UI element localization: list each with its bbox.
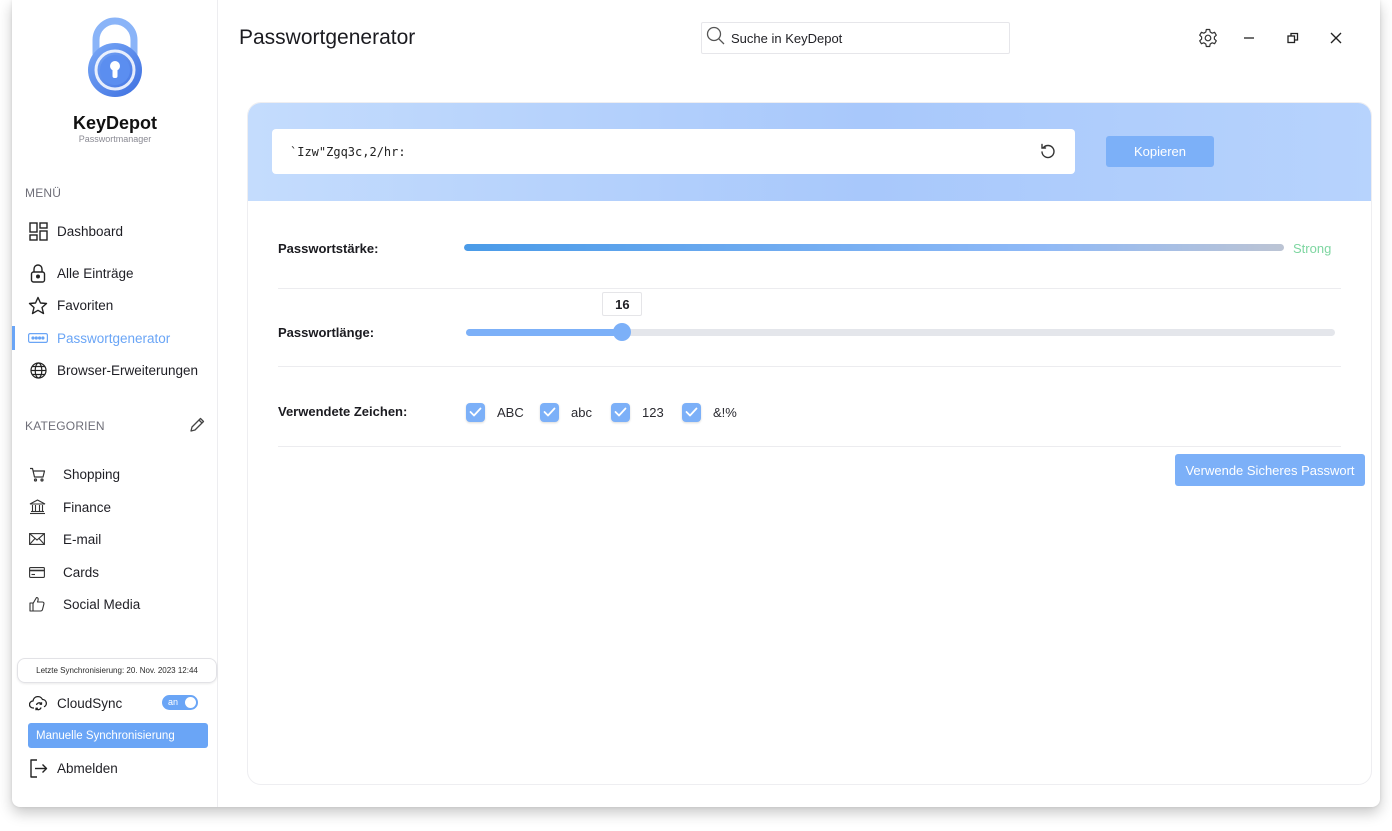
password-header-panel: `Izw"Zgq3c,2/hr: Kopieren: [248, 103, 1371, 201]
minimize-icon: [1244, 37, 1254, 39]
category-label: E-mail: [63, 531, 102, 547]
logout-label: Abmelden: [57, 760, 118, 776]
search-icon: [706, 26, 725, 50]
category-email[interactable]: E-mail: [28, 527, 213, 551]
sidebar-item-favorites[interactable]: Favoriten: [28, 292, 213, 318]
checkbox-label: abc: [571, 404, 592, 420]
cloudsync-toggle[interactable]: an: [162, 695, 198, 710]
generated-password-field[interactable]: `Izw"Zgq3c,2/hr:: [272, 129, 1075, 174]
category-label: Finance: [63, 499, 112, 515]
strength-label: Passwortstärke:: [278, 241, 379, 256]
checkmark-icon: [611, 402, 630, 422]
checkbox-label: ABC: [497, 404, 524, 420]
checkbox-uppercase[interactable]: ABC: [466, 401, 524, 423]
checkbox-symbols[interactable]: &!%: [682, 401, 737, 423]
length-slider-thumb[interactable]: [613, 323, 632, 341]
checkmark-icon: [540, 402, 559, 422]
search-box[interactable]: [701, 22, 1010, 54]
menu-section-title: MENÜ: [25, 186, 62, 200]
copy-button[interactable]: Kopieren: [1106, 136, 1214, 167]
thumbs-up-icon: [28, 595, 46, 613]
category-label: Cards: [63, 564, 100, 580]
dashboard-icon: [28, 221, 48, 241]
category-label: Shopping: [63, 466, 121, 482]
sidebar-item-browser-extensions[interactable]: Browser-Erweiterungen: [28, 357, 213, 383]
gear-icon: [1199, 28, 1217, 48]
mail-icon: [28, 530, 46, 548]
brand-name: KeyDepot: [72, 113, 157, 133]
globe-icon: [28, 360, 48, 380]
cart-icon: [28, 465, 46, 483]
sidebar-item-label: Alle Einträge: [57, 265, 134, 281]
toggle-knob: [185, 697, 196, 708]
sidebar-item-password-generator[interactable]: Passwortgenerator: [28, 325, 213, 351]
use-secure-password-button[interactable]: Verwende Sicheres Passwort: [1175, 454, 1365, 486]
checkmark-icon: [682, 402, 701, 422]
card-icon: [28, 563, 46, 581]
strength-meter: [464, 244, 1284, 251]
divider: [278, 446, 1341, 447]
length-value-bubble: 16: [602, 292, 643, 316]
category-social-media[interactable]: Social Media: [28, 592, 213, 616]
sidebar-item-all-entries[interactable]: Alle Einträge: [28, 260, 213, 286]
cloud-sync-icon: [28, 693, 48, 713]
bank-icon: [28, 498, 46, 516]
divider: [278, 366, 1341, 367]
logout-icon: [28, 758, 48, 778]
restore-icon: [1287, 32, 1299, 44]
minimize-button[interactable]: [1238, 27, 1260, 49]
toggle-state-label: an: [168, 697, 179, 707]
cloudsync-label: CloudSync: [57, 695, 123, 711]
strength-meter-fill: [464, 244, 1284, 251]
category-cards[interactable]: Cards: [28, 560, 213, 584]
last-sync-status: Letzte Synchronisierung: 20. Nov. 2023 1…: [17, 658, 217, 683]
generator-card: `Izw"Zgq3c,2/hr: Kopieren Passwortstärke…: [247, 102, 1372, 785]
chars-label: Verwendete Zeichen:: [278, 404, 408, 419]
refresh-icon[interactable]: [1039, 142, 1057, 160]
manual-sync-button[interactable]: Manuelle Synchronisierung: [28, 723, 208, 748]
password-dots-icon: [28, 328, 48, 348]
divider: [278, 288, 1341, 289]
category-shopping[interactable]: Shopping: [28, 462, 213, 486]
length-slider-fill: [466, 329, 623, 336]
sidebar-item-label: Favoriten: [57, 297, 114, 313]
sidebar-item-label: Dashboard: [57, 223, 124, 239]
lock-icon: [28, 263, 48, 283]
brand-subtitle: Passwortmanager: [78, 134, 152, 144]
length-label: Passwortlänge:: [278, 325, 375, 340]
sidebar-item-dashboard[interactable]: Dashboard: [28, 218, 213, 244]
checkmark-icon: [466, 402, 485, 422]
length-slider[interactable]: [466, 323, 1335, 341]
settings-button[interactable]: [1197, 27, 1219, 49]
category-label: Social Media: [63, 596, 141, 612]
checkbox-numbers[interactable]: 123: [611, 401, 664, 423]
app-window: KeyDepot Passwortmanager MENÜ Dashboard …: [12, 0, 1380, 807]
generated-password-text[interactable]: `Izw"Zgq3c,2/hr:: [290, 145, 406, 159]
close-icon: [1330, 32, 1342, 44]
logout-button[interactable]: Abmelden: [28, 755, 208, 781]
active-indicator: [12, 326, 15, 350]
restore-button[interactable]: [1282, 27, 1304, 49]
sidebar-item-label: Browser-Erweiterungen: [57, 362, 199, 378]
category-finance[interactable]: Finance: [28, 495, 213, 519]
strength-value: Strong: [1293, 241, 1332, 256]
categories-section-title: KATEGORIEN: [25, 419, 105, 433]
logo-lock-icon: [88, 17, 142, 97]
checkbox-label: &!%: [713, 404, 737, 420]
search-input[interactable]: [731, 30, 1001, 46]
checkbox-label: 123: [642, 404, 664, 420]
sidebar: KeyDepot Passwortmanager MENÜ Dashboard …: [12, 0, 218, 807]
checkbox-lowercase[interactable]: abc: [540, 401, 592, 423]
close-button[interactable]: [1325, 27, 1347, 49]
sidebar-item-label: Passwortgenerator: [57, 330, 171, 346]
edit-pencil-icon[interactable]: [188, 416, 206, 434]
page-title: Passwortgenerator: [239, 26, 416, 49]
star-icon: [28, 295, 48, 315]
